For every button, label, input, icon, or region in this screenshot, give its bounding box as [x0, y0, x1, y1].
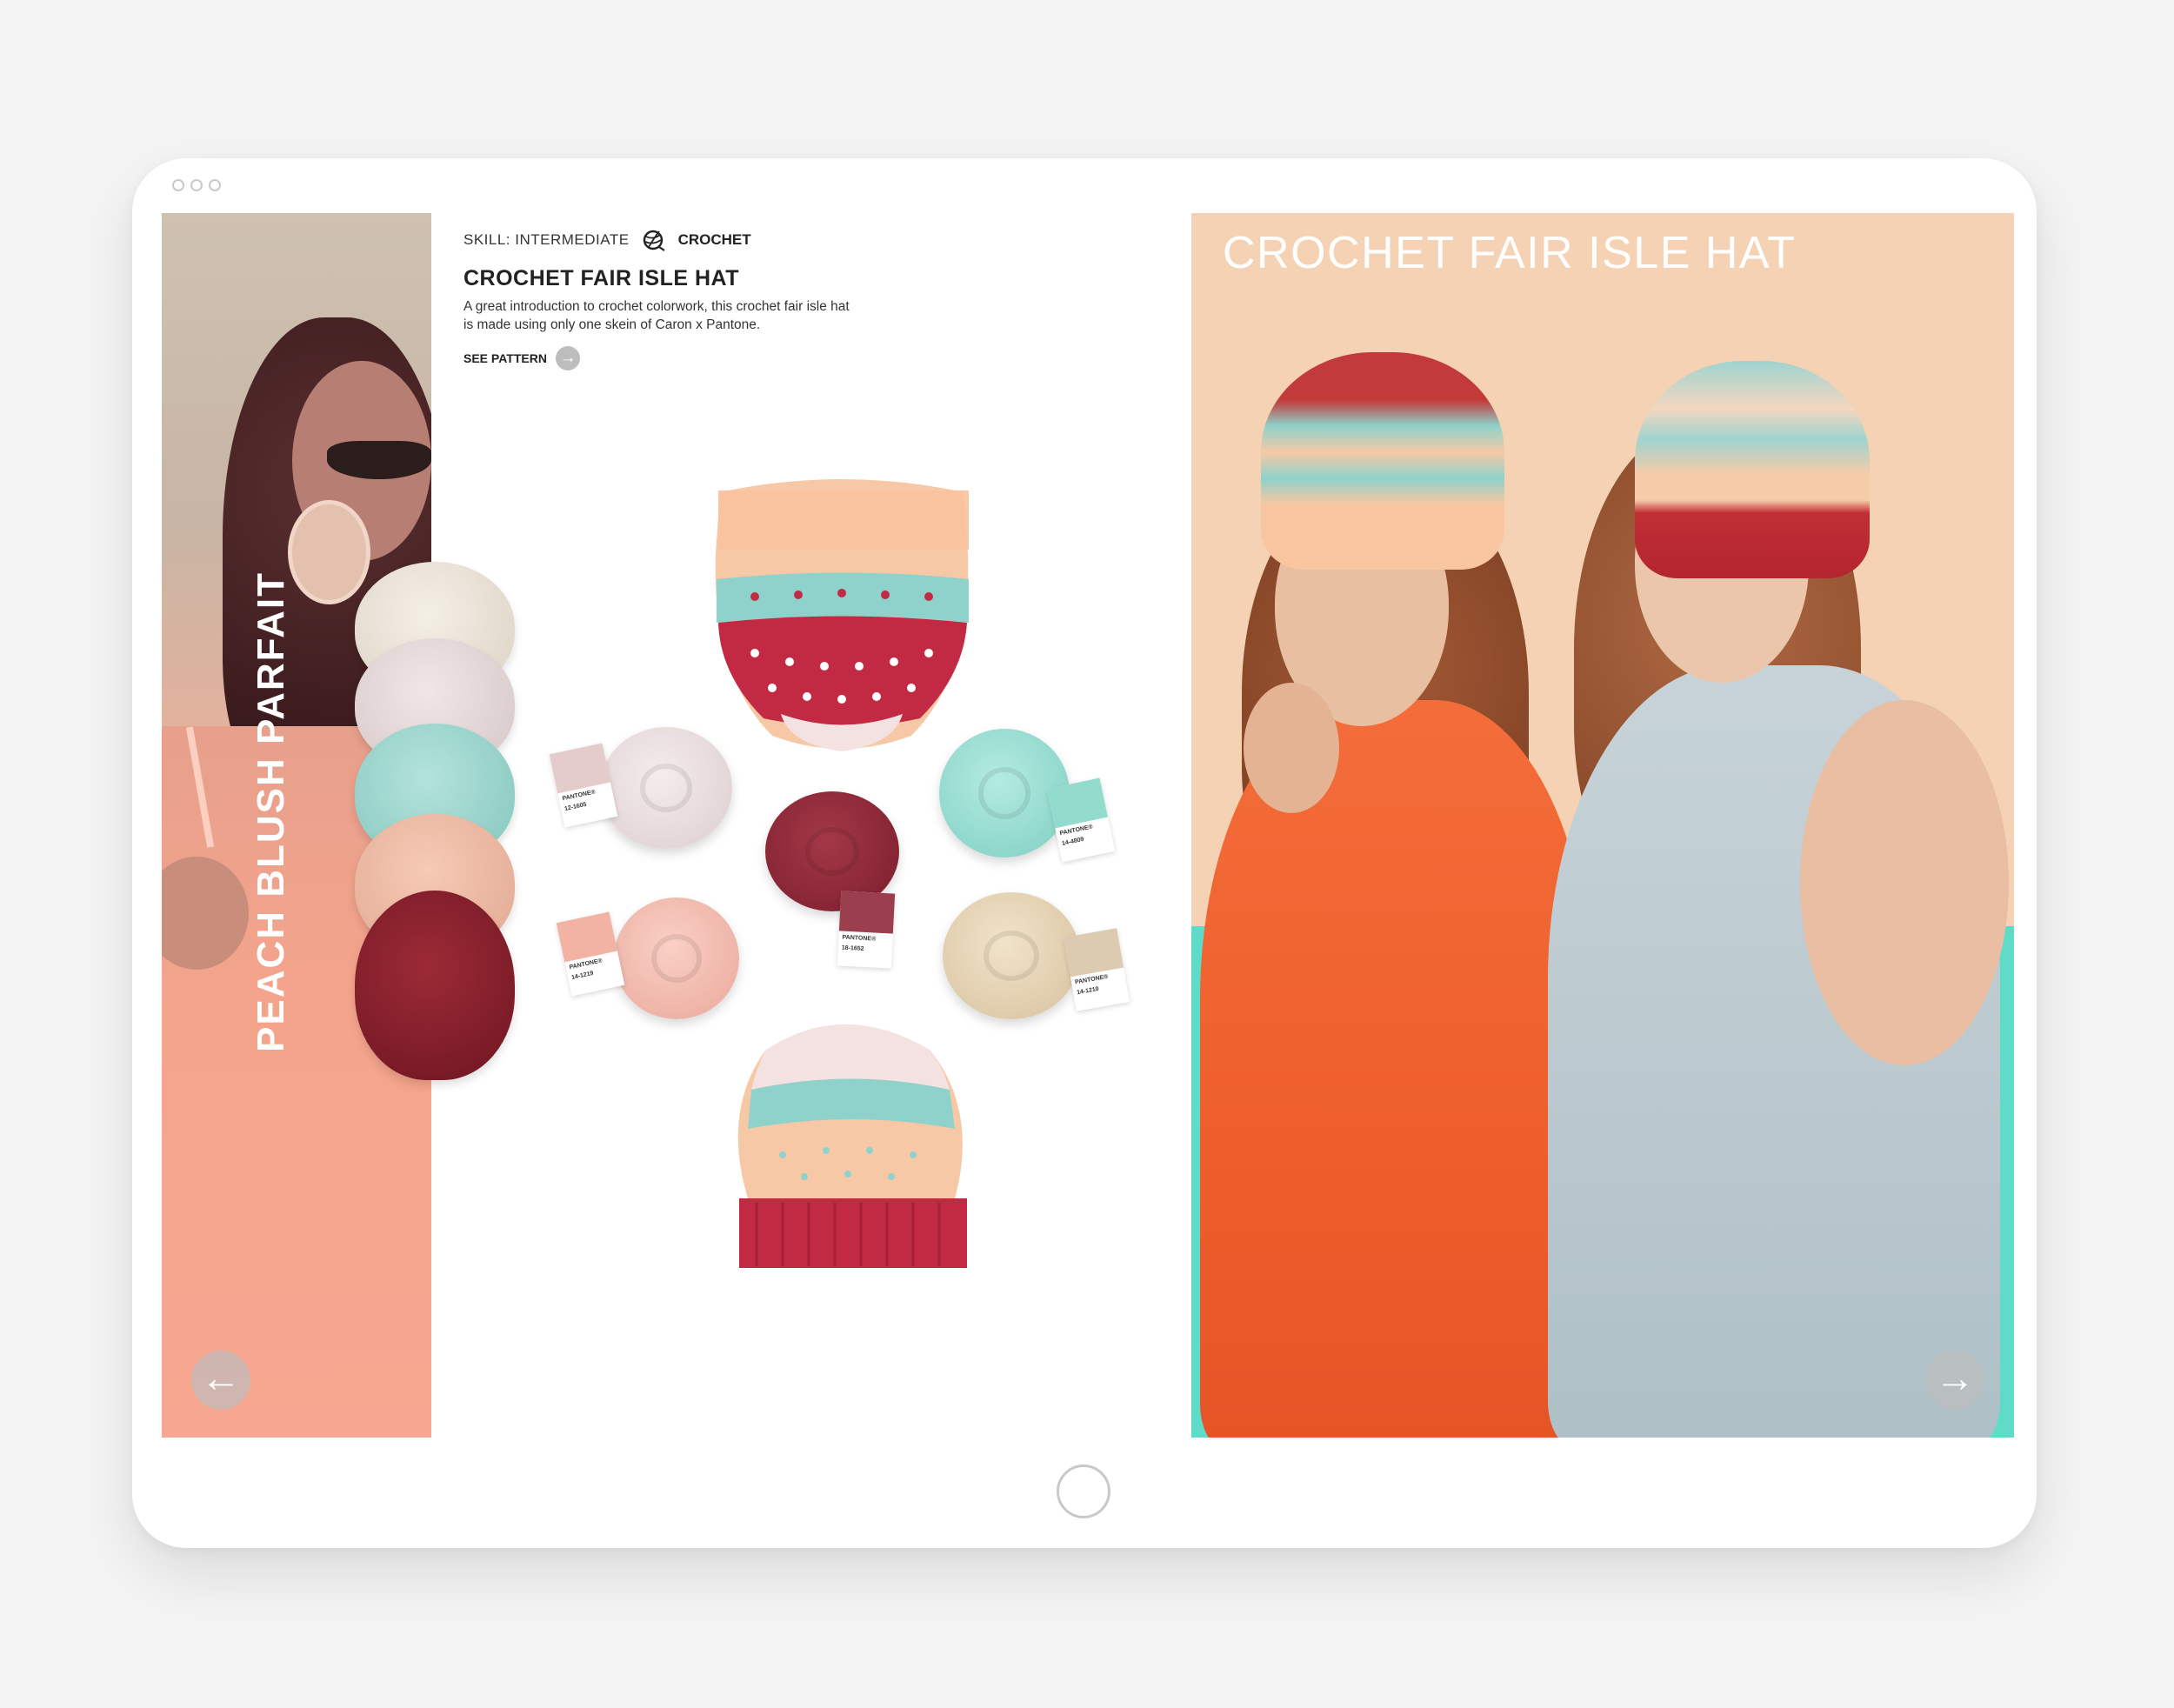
swatch-chip	[838, 891, 896, 934]
skill-row: SKILL: INTERMEDIATE CROCHET	[463, 228, 751, 252]
home-button[interactable]	[1057, 1464, 1110, 1518]
yarn-burgundy	[355, 891, 515, 1080]
palette-title: PEACH BLUSH PARFAIT	[250, 571, 292, 1052]
model-1-hat	[1261, 352, 1504, 570]
arrow-right-icon: →	[1935, 1355, 1975, 1400]
sunglasses	[327, 441, 431, 479]
model-2-arm	[1800, 700, 2009, 1065]
hat-flatlay-bottom	[737, 1024, 967, 1268]
arrow-right-icon: →	[555, 346, 580, 370]
yarn-ball-icon	[643, 230, 665, 251]
window-control-dot[interactable]	[190, 179, 203, 191]
yarn-skein-peach	[614, 897, 739, 1019]
arrow-left-icon: ←	[201, 1355, 241, 1400]
swatch-code: 18-1652	[841, 944, 864, 952]
model-1-hand	[1244, 683, 1339, 813]
see-pattern-label: SEE PATTERN	[463, 351, 547, 365]
hat-flatlay-top	[715, 479, 969, 751]
window-control-dot[interactable]	[172, 179, 184, 191]
skill-level: SKILL: INTERMEDIATE	[463, 231, 630, 248]
right-photo-panel: CROCHET FAIR ISLE HAT →	[1191, 213, 2014, 1438]
window-control-dot[interactable]	[209, 179, 221, 191]
window-controls	[172, 179, 221, 191]
hero-title: CROCHET FAIR ISLE HAT	[1223, 228, 1797, 278]
pattern-description: A great introduction to crochet colorwor…	[463, 299, 850, 332]
see-pattern-link[interactable]: SEE PATTERN →	[463, 346, 580, 370]
yarn-skein-cream	[943, 892, 1080, 1019]
yarn-skein-blush	[600, 727, 732, 849]
pattern-title: CROCHET FAIR ISLE HAT	[463, 266, 739, 290]
prev-arrow-button[interactable]: ←	[191, 1351, 250, 1410]
yarn-stack	[355, 562, 515, 1080]
model-1-orange-dress	[1200, 700, 1591, 1438]
model-2-hat	[1635, 361, 1870, 578]
craft-label: CROCHET	[677, 231, 751, 248]
pantone-swatch: PANTONE® 18-1652	[837, 891, 896, 969]
next-arrow-button[interactable]: →	[1925, 1351, 1984, 1410]
